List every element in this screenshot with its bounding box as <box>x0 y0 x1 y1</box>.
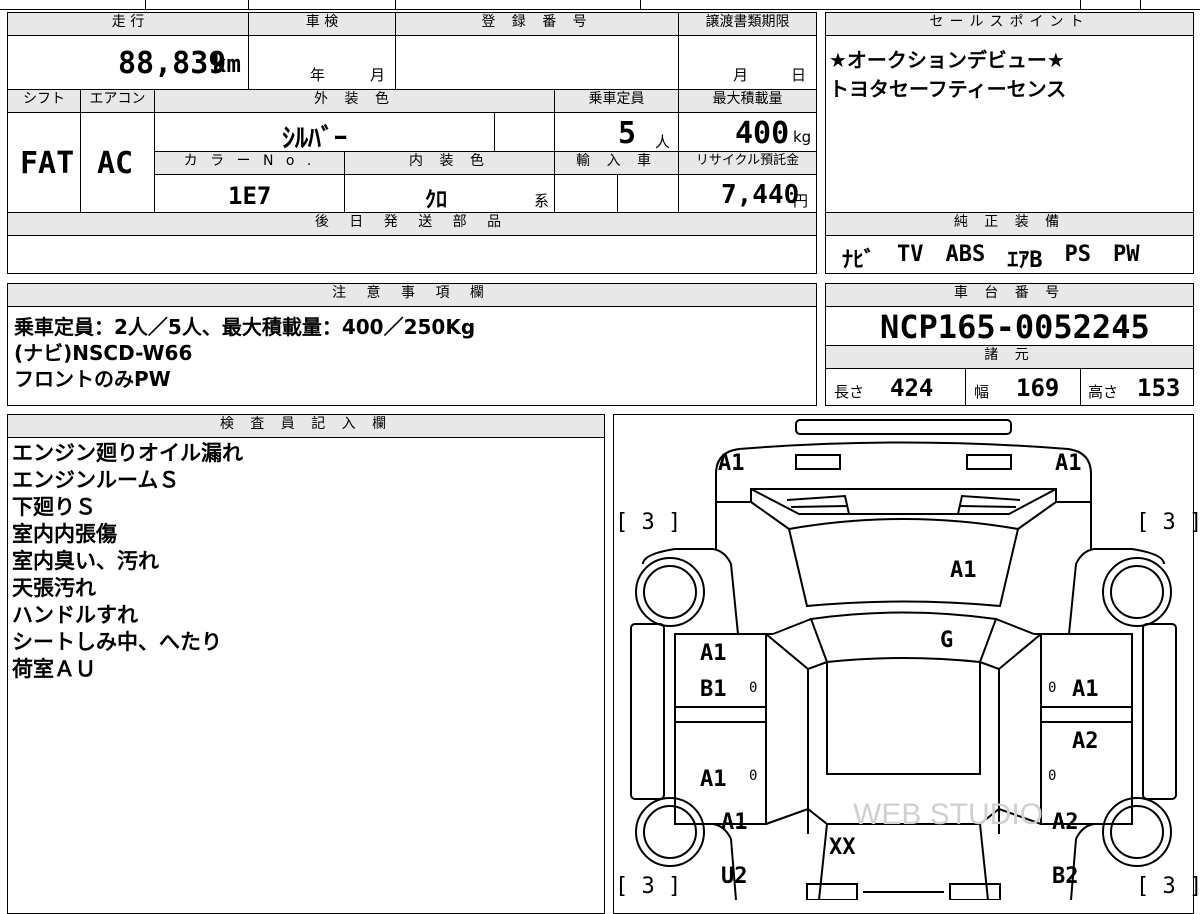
inspection-header: 車 検 <box>248 12 396 36</box>
inspection-month-label: 月 <box>370 66 386 84</box>
width-label: 幅 <box>974 383 990 401</box>
exterior-color-header: 外 装 色 <box>154 89 555 113</box>
capacity-value: 5 <box>618 116 637 151</box>
capacity-header: 乗車定員 <box>554 89 679 113</box>
registration-header: 登 録 番 号 <box>395 12 679 36</box>
zero-mark: 0 <box>1048 768 1057 784</box>
max-load-value: 400 <box>735 116 790 151</box>
specs-header: 諸 元 <box>825 345 1194 369</box>
mark-left-rear-corner: U2 <box>721 864 748 889</box>
mark-left-rear-door: A1 <box>700 767 727 792</box>
inspection-year-label: 年 <box>310 66 326 84</box>
interior-color-value: ｸﾛ <box>425 188 448 213</box>
interior-color-header: 内 装 色 <box>344 151 555 175</box>
equipment-item: ABS <box>945 242 986 267</box>
width-value: 169 <box>1016 374 1060 402</box>
ac-value: AC <box>97 146 134 181</box>
sales-point-header: セールスポイント <box>825 12 1194 36</box>
shift-value: FAT <box>20 146 75 181</box>
mark-left-front-door-lower: B1 <box>700 677 727 702</box>
tire-front-left: [ 3 ] <box>615 510 682 535</box>
height-label: 高さ <box>1088 383 1119 401</box>
equipment-item: ｴｱB <box>1007 248 1043 273</box>
sales-point-line: トヨタセーフティーセンス <box>829 77 1067 101</box>
sales-point-line: ★オークションデビュー★ <box>829 48 1065 72</box>
notes-line: 乗車定員：2人／5人、最大積載量：400／250Kg <box>14 315 476 339</box>
mark-hood: A1 <box>950 558 977 583</box>
chassis-number: NCP165-0052245 <box>880 308 1150 346</box>
inspector-line: ハンドルすれ <box>12 603 138 627</box>
exterior-color-value: ｼﾙﾊﾞｰ <box>282 124 348 154</box>
notes-list: 乗車定員：2人／5人、最大積載量：400／250Kg (ナビ)NSCD-W66 … <box>14 314 475 392</box>
mileage-unit: km <box>212 50 241 78</box>
ac-header: エアコン <box>80 89 155 113</box>
length-label: 長さ <box>834 383 865 401</box>
height-value: 153 <box>1137 374 1181 402</box>
zero-mark: 0 <box>749 768 758 784</box>
inspector-header: 検 査 員 記 入 欄 <box>7 414 605 438</box>
notes-header: 注 意 事 項 欄 <box>7 283 817 307</box>
tire-front-right: [ 3 ] <box>1136 510 1200 535</box>
tire-rear-left: [ 3 ] <box>615 874 682 899</box>
capacity-unit: 人 <box>655 133 671 151</box>
zero-mark: 0 <box>749 680 758 696</box>
interior-color-suffix: 系 <box>534 192 550 210</box>
length-value: 424 <box>890 374 934 402</box>
inspector-line: 室内内張傷 <box>12 522 117 546</box>
inspector-list: エンジン廻りオイル漏れ エンジンルームＳ 下廻りＳ 室内内張傷 室内臭い、汚れ … <box>12 440 243 683</box>
inspector-line: 荷室ＡＵ <box>12 657 96 681</box>
import-header: 輸 入 車 <box>554 151 679 175</box>
inspector-line: シートしみ中、へたり <box>12 630 222 654</box>
tire-rear-right: [ 3 ] <box>1136 874 1200 899</box>
max-load-header: 最大積載量 <box>678 89 817 113</box>
sales-point-list: ★オークションデビュー★ トヨタセーフティーセンス <box>829 46 1066 104</box>
later-parts-header: 後 日 発 送 部 品 <box>7 212 817 236</box>
equipment-item: PS <box>1064 242 1092 267</box>
mark-rear: XX <box>829 835 856 860</box>
recycle-fee-unit: 円 <box>793 192 809 210</box>
recycle-fee-value: 7,440 <box>721 180 800 210</box>
chassis-header: 車 台 番 号 <box>825 283 1194 307</box>
equipment-list: ﾅﾋﾞ TV ABS ｴｱB PS PW <box>842 242 1140 274</box>
mark-front-left: A1 <box>718 451 745 476</box>
mark-right-front-door: A1 <box>1072 677 1099 702</box>
mark-front-right: A1 <box>1055 451 1082 476</box>
shift-header: シフト <box>7 89 81 113</box>
mark-right-rear-corner: B2 <box>1052 864 1079 889</box>
inspector-line: エンジンルームＳ <box>12 468 180 492</box>
color-no-value: 1E7 <box>228 182 272 210</box>
mark-left-rear-fender: A1 <box>721 810 748 835</box>
mark-windshield: G <box>940 628 954 653</box>
equipment-header: 純 正 装 備 <box>825 212 1194 236</box>
transfer-month-label: 月 <box>733 66 749 84</box>
inspector-line: 下廻りＳ <box>12 495 96 519</box>
notes-line: (ナビ)NSCD-W66 <box>14 341 193 365</box>
mileage-value: 88,839 <box>118 46 227 81</box>
watermark-text: WEB STUDIO <box>853 798 1043 831</box>
recycle-fee-header: リサイクル預託金 <box>678 151 817 175</box>
transfer-day-label: 日 <box>791 66 807 84</box>
max-load-unit: kg <box>793 128 812 146</box>
inspector-line: 天張汚れ <box>12 576 96 600</box>
mark-right-rear-fender: A2 <box>1052 810 1079 835</box>
equipment-item: ﾅﾋﾞ <box>842 248 876 273</box>
top-strip <box>0 0 1200 10</box>
inspector-line: 室内臭い、汚れ <box>12 549 159 573</box>
mark-left-front-door-upper: A1 <box>700 641 727 666</box>
mileage-header: 走 行 <box>7 12 249 36</box>
inspector-line: エンジン廻りオイル漏れ <box>12 441 243 465</box>
equipment-item: TV <box>897 242 924 267</box>
equipment-item: PW <box>1113 242 1140 267</box>
transfer-deadline-header: 譲渡書類期限 <box>678 12 817 36</box>
mark-right-rear-door: A2 <box>1072 729 1099 754</box>
zero-mark: 0 <box>1048 680 1057 696</box>
color-no-header: カ ラ ー N o . <box>154 151 345 175</box>
notes-line: フロントのみPW <box>14 367 171 391</box>
